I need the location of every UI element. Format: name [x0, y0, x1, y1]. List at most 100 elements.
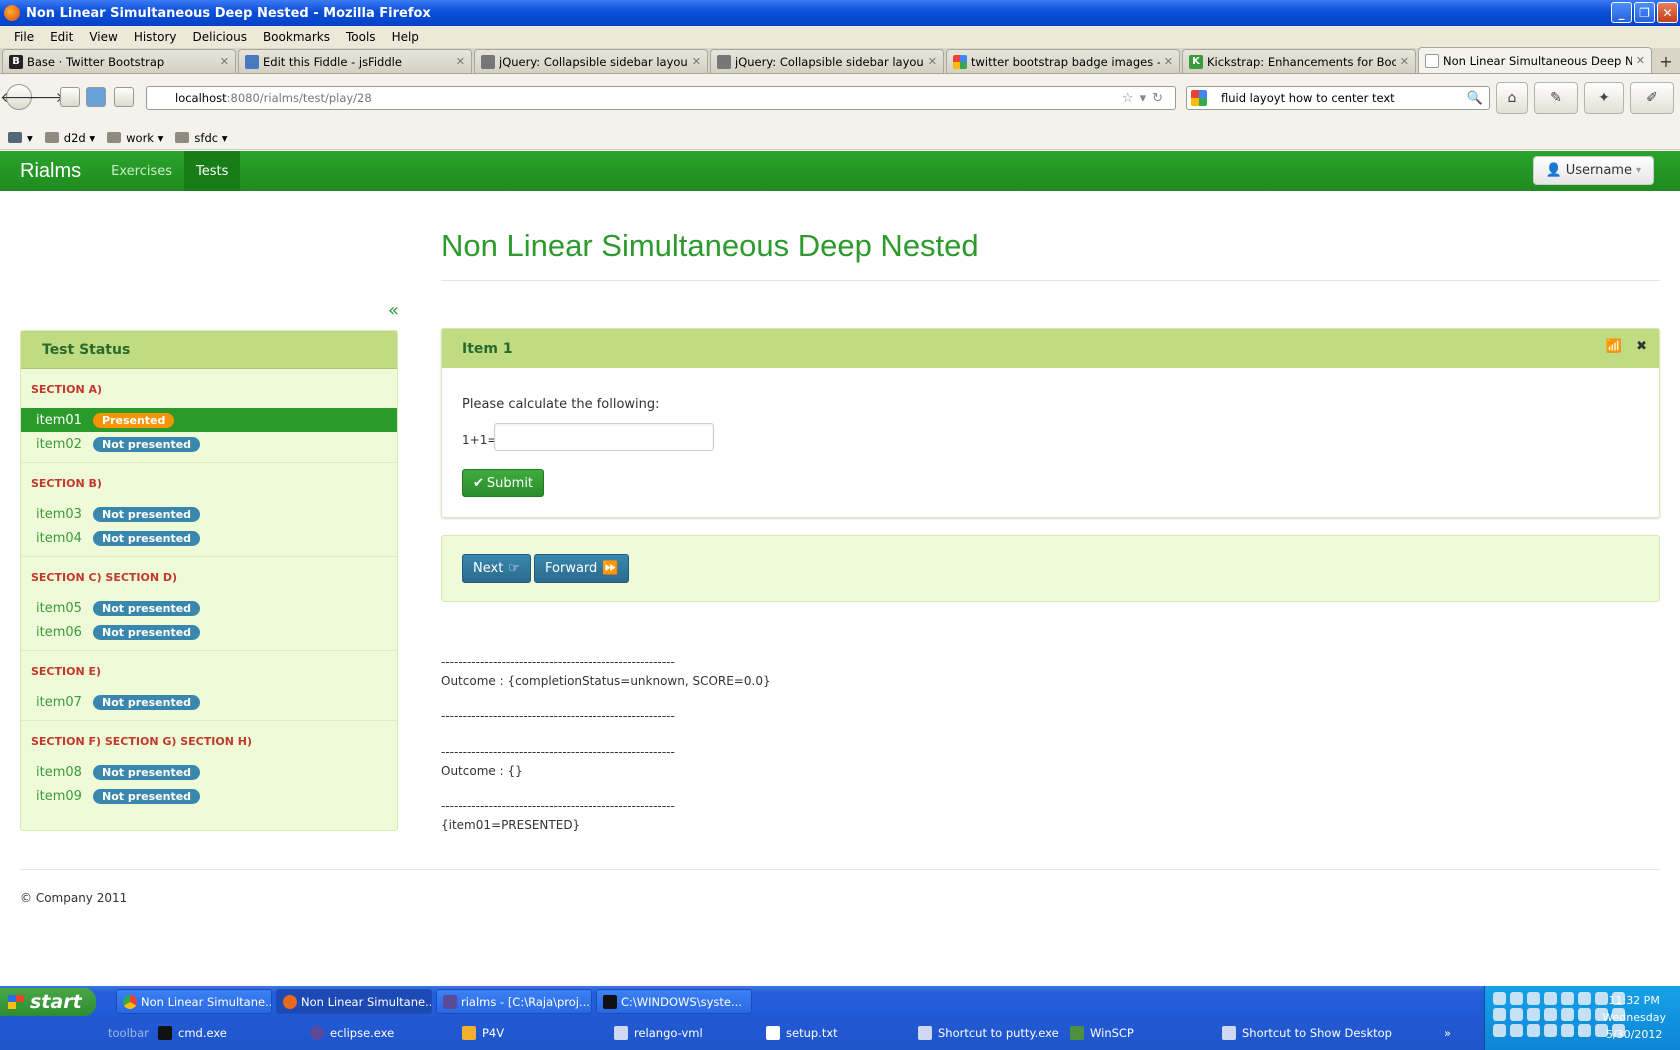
sidebar-item-item02[interactable]: item02 Not presented: [21, 432, 397, 456]
task-cmd[interactable]: C:\WINDOWS\syste...: [596, 989, 752, 1014]
task-eclipse[interactable]: rialms - [C:\Raja\proj...: [436, 989, 592, 1014]
log-separator: ----------------------------------------…: [441, 709, 675, 723]
quicklaunch-eclipse[interactable]: eclipse.exe: [310, 1022, 394, 1044]
sidebar-item-item06[interactable]: item06 Not presented: [21, 620, 397, 644]
tab-jquery-sidebar-2[interactable]: jQuery: Collapsible sidebar layout (ex..…: [710, 49, 944, 73]
sidebar-item-item01[interactable]: item01 Presented: [21, 408, 397, 432]
submit-button[interactable]: ✔ Submit: [462, 469, 545, 497]
minimize-button[interactable]: _: [1611, 2, 1632, 23]
quicklaunch-show-desktop[interactable]: Shortcut to Show Desktop: [1222, 1022, 1392, 1044]
navigation-toolbar: 🡐 🡒 localhost:8080/rialms/test/play/28 ☆…: [0, 74, 1680, 126]
forward-button[interactable]: Forward ⏩: [534, 554, 630, 583]
task-chrome[interactable]: Non Linear Simultane...: [116, 989, 272, 1014]
url-bar[interactable]: localhost:8080/rialms/test/play/28 ☆▾↻: [146, 86, 1176, 110]
close-tab-icon[interactable]: ✕: [1164, 55, 1173, 68]
bookmarks-menu-icon[interactable]: ▾: [8, 131, 33, 145]
sidebar-item-item03[interactable]: item03 Not presented: [21, 502, 397, 526]
bookmark-folder-d2d[interactable]: d2d ▾: [44, 131, 95, 145]
quicklaunch-cmd[interactable]: cmd.exe: [158, 1022, 227, 1044]
tab-bootstrap-base[interactable]: B Base · Twitter Bootstrap ✕: [2, 49, 236, 73]
menu-bookmarks[interactable]: Bookmarks: [255, 30, 338, 44]
section-title[interactable]: SECTION A): [21, 369, 397, 408]
outcome-line: Outcome : {}: [441, 764, 523, 778]
bookmark-folder-work[interactable]: work ▾: [107, 131, 163, 145]
collapse-sidebar-icon[interactable]: «: [388, 300, 399, 321]
new-tab-button[interactable]: +: [1654, 49, 1678, 73]
section-f-g-h: SECTION F) SECTION G) SECTION H) item08 …: [21, 721, 397, 814]
quicklaunch-p4v[interactable]: P4V: [462, 1022, 504, 1044]
clock[interactable]: 11:32 PM Wednesday 5/30/2012: [1602, 992, 1666, 1043]
section-a: SECTION A) item01 Presented item02 Not p…: [21, 369, 397, 463]
home-icon[interactable]: ⌂: [1496, 82, 1528, 114]
close-tab-icon[interactable]: ✕: [1636, 54, 1645, 67]
quicklaunch-putty[interactable]: Shortcut to putty.exe: [918, 1022, 1059, 1044]
task-firefox[interactable]: Non Linear Simultane...: [276, 989, 432, 1014]
sidebar-item-item08[interactable]: item08 Not presented: [21, 760, 397, 784]
menu-edit[interactable]: Edit: [42, 30, 81, 44]
status-badge: Not presented: [93, 694, 201, 710]
tab-google-search[interactable]: twitter bootstrap badge images - Goo...✕: [946, 49, 1180, 73]
section-title[interactable]: SECTION B): [21, 463, 397, 502]
print-icon[interactable]: [114, 87, 134, 107]
menu-file[interactable]: File: [6, 30, 42, 44]
item-panel: Item 1 📶 ✖ Please calculate the followin…: [441, 328, 1660, 518]
close-tab-icon[interactable]: ✕: [1400, 55, 1409, 68]
addon-icon[interactable]: ✦: [1584, 82, 1624, 114]
section-title[interactable]: SECTION E): [21, 651, 397, 690]
menu-view[interactable]: View: [81, 30, 125, 44]
close-tab-icon[interactable]: ✕: [928, 55, 937, 68]
signal-icon[interactable]: 📶: [1606, 339, 1622, 354]
tab-current[interactable]: Non Linear Simultaneous Deep Nested✕: [1418, 47, 1652, 73]
search-icon[interactable]: 🔍: [1467, 91, 1483, 106]
restore-button[interactable]: ❐: [1634, 2, 1655, 23]
notes-icon[interactable]: ✎: [1534, 82, 1578, 114]
section-title[interactable]: SECTION F) SECTION G) SECTION H): [21, 721, 397, 760]
tab-jquery-sidebar-1[interactable]: jQuery: Collapsible sidebar layout - De.…: [474, 49, 708, 73]
menu-delicious[interactable]: Delicious: [185, 30, 255, 44]
search-input[interactable]: fluid layoyt how to center text: [1221, 91, 1395, 105]
tab-bar: B Base · Twitter Bootstrap ✕ Edit this Fi…: [0, 47, 1680, 74]
url-bar-icons[interactable]: ☆▾↻: [1122, 91, 1169, 106]
tab-kickstrap[interactable]: K Kickstrap: Enhancements for Bootstrap✕: [1182, 49, 1416, 73]
brand-logo[interactable]: Rialms: [20, 160, 81, 183]
quicklaunch-setup[interactable]: setup.txt: [766, 1022, 838, 1044]
nav-tests[interactable]: Tests: [184, 151, 241, 191]
close-icon[interactable]: ✖: [1636, 339, 1647, 354]
quicklaunch-winscp[interactable]: WinSCP: [1070, 1022, 1134, 1044]
close-tab-icon[interactable]: ✕: [692, 55, 701, 68]
menu-history[interactable]: History: [126, 30, 185, 44]
start-button[interactable]: start: [0, 988, 96, 1016]
status-badge: Not presented: [93, 530, 201, 546]
status-badge: Not presented: [93, 600, 201, 616]
menu-help[interactable]: Help: [384, 30, 427, 44]
tools-icon[interactable]: ✐: [1630, 82, 1674, 114]
nav-exercises[interactable]: Exercises: [99, 151, 184, 191]
sidebar-item-item04[interactable]: item04 Not presented: [21, 526, 397, 550]
forward-icon[interactable]: 🡒: [26, 84, 64, 110]
next-button[interactable]: Next ☞: [462, 554, 531, 583]
sidebar-icon[interactable]: [86, 87, 106, 107]
google-search-engine-icon[interactable]: [1191, 90, 1207, 106]
chevron-right-icon[interactable]: »: [1444, 1022, 1451, 1044]
close-tab-icon[interactable]: ✕: [220, 55, 229, 68]
username-label: Username: [1565, 163, 1632, 178]
sidebar-item-item09[interactable]: item09 Not presented: [21, 784, 397, 808]
url-host: localhost: [175, 91, 227, 105]
search-bar[interactable]: fluid layoyt how to center text 🔍: [1186, 86, 1490, 110]
bookmark-folder-sfdc[interactable]: sfdc ▾: [175, 131, 228, 145]
tray-icons[interactable]: [1493, 992, 1625, 1037]
close-tab-icon[interactable]: ✕: [456, 55, 465, 68]
close-window-button[interactable]: ✕: [1657, 2, 1678, 23]
section-e: SECTION E) item07 Not presented: [21, 651, 397, 721]
bookmarks-toolbar: ▾ d2d ▾ work ▾ sfdc ▾: [0, 126, 1680, 150]
tab-jsfiddle[interactable]: Edit this Fiddle - jsFiddle ✕: [238, 49, 472, 73]
section-title[interactable]: SECTION C) SECTION D): [21, 557, 397, 596]
menu-tools[interactable]: Tools: [338, 30, 384, 44]
quicklaunch-relango[interactable]: relango-vml: [614, 1022, 703, 1044]
answer-input[interactable]: [494, 423, 714, 451]
user-menu-button[interactable]: 👤 Username ▾: [1532, 156, 1654, 185]
sidebar-item-item05[interactable]: item05 Not presented: [21, 596, 397, 620]
item-title: Item 1: [462, 340, 513, 357]
sidebar-item-item07[interactable]: item07 Not presented: [21, 690, 397, 714]
bookmark-manager-icon[interactable]: [60, 87, 80, 107]
